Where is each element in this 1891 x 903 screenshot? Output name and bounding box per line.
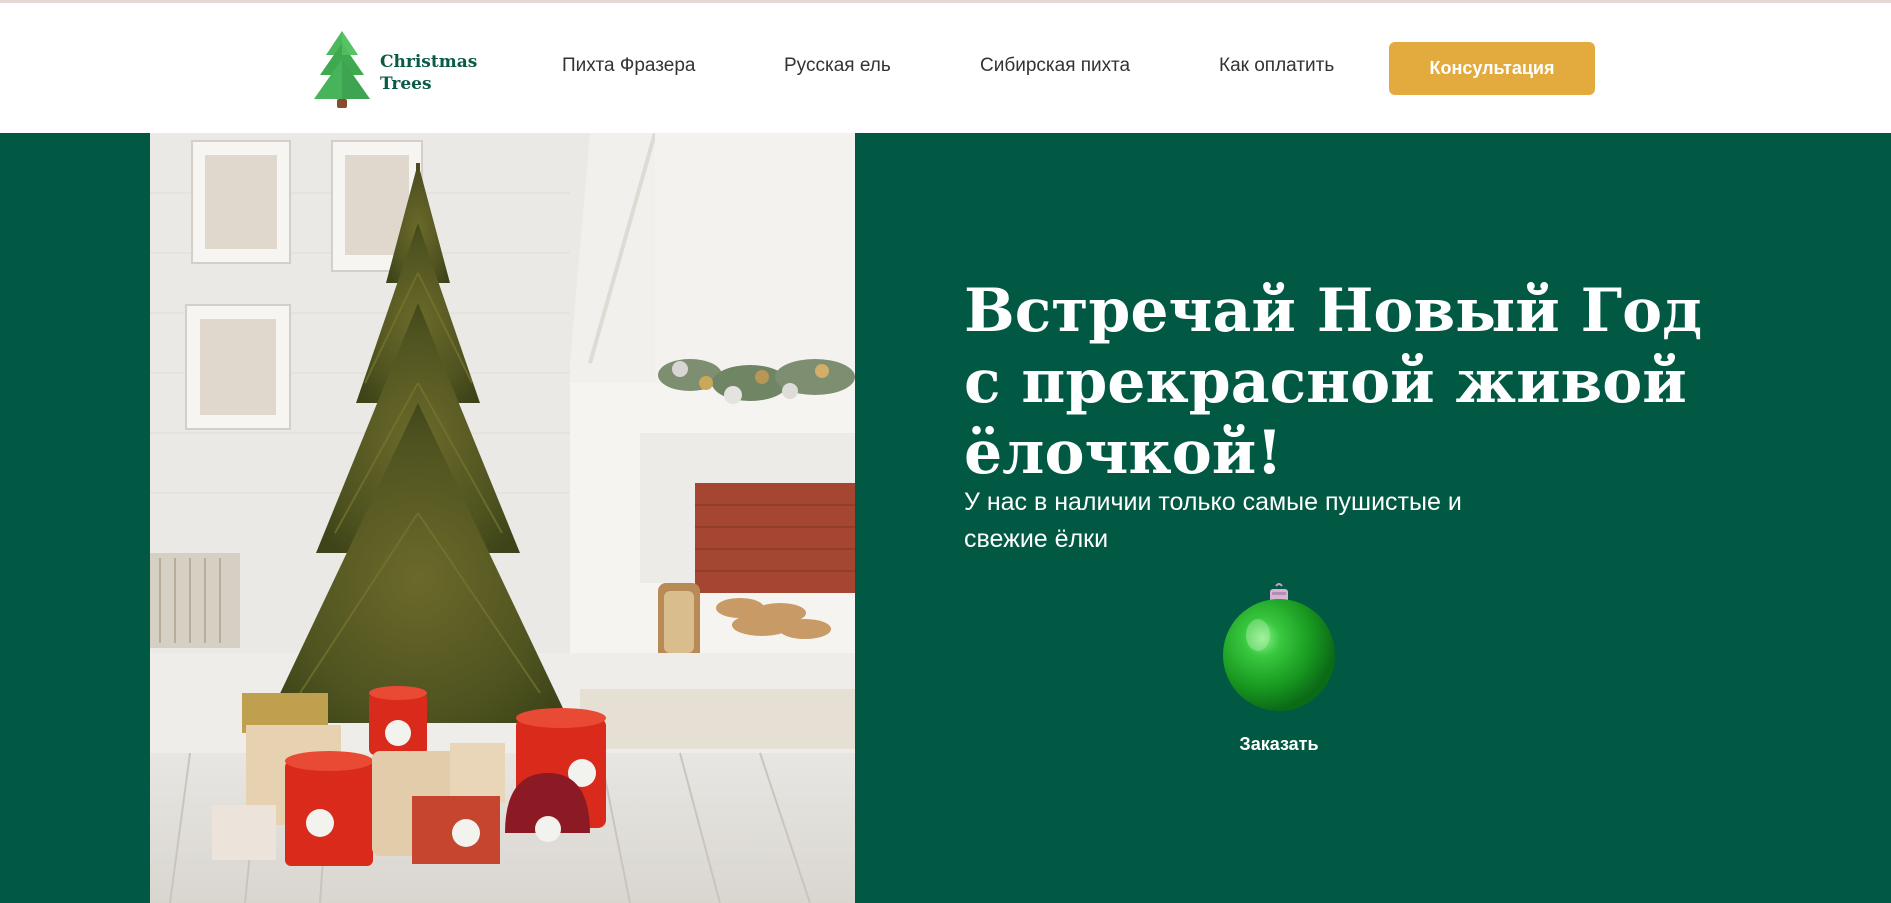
hero-subtitle-line-1: У нас в наличии только самые пушистые и (964, 488, 1462, 516)
site-header: Christmas Trees Пихта Фразера Русская ел… (0, 3, 1891, 133)
hero-title-line-1: Встречай Новый Год (964, 276, 1703, 346)
consultation-button[interactable]: Консультация (1389, 42, 1595, 95)
hero-subtitle: У нас в наличии только самые пушистые и … (964, 484, 1584, 558)
hero-section: Встречай Новый Год с прекрасной живой ёл… (0, 133, 1891, 903)
hero-photo (150, 133, 855, 903)
hero-subtitle-line-2: свежие ёлки (964, 525, 1109, 553)
order-label[interactable]: Заказать (1200, 734, 1358, 755)
hero-title-line-2: с прекрасной живой (964, 347, 1687, 417)
nav-link-fraser-fir[interactable]: Пихта Фразера (562, 55, 695, 77)
nav-link-russian-spruce[interactable]: Русская ель (784, 55, 891, 77)
hero-title: Встречай Новый Год с прекрасной живой ёл… (964, 276, 1703, 489)
christmas-ornament-icon (1223, 583, 1335, 711)
nav-link-siberian-fir[interactable]: Сибирская пихта (980, 55, 1130, 77)
hero-title-line-3: ёлочкой! (964, 418, 1283, 488)
main-nav: Пихта Фразера Русская ель Сибирская пихт… (0, 3, 1891, 133)
order-button[interactable] (1218, 583, 1340, 713)
nav-link-how-to-pay[interactable]: Как оплатить (1219, 55, 1334, 77)
